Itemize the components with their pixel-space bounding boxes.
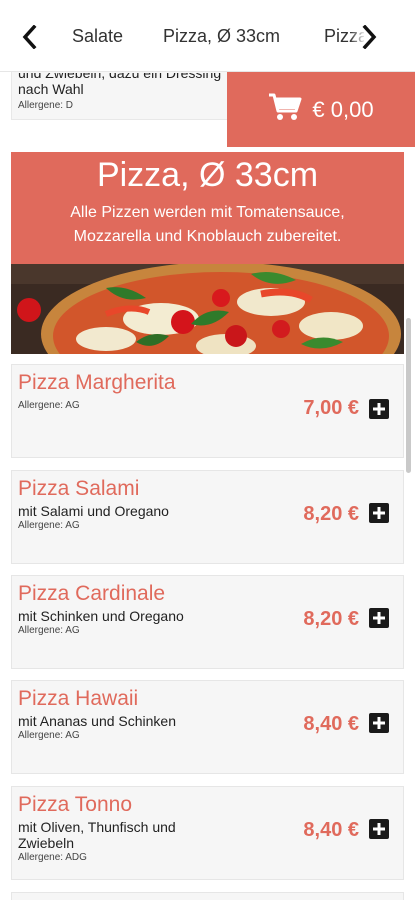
item-name: Pizza Cardinale — [18, 582, 166, 605]
item-price: 7,00 € — [303, 397, 359, 419]
item-name: Pizza Hawaii — [18, 687, 139, 710]
menu-item[interactable]: Pizza Tonno mit Oliven, Thunfisch und Zw… — [11, 786, 404, 880]
item-allergen: Allergene: AG — [18, 730, 80, 741]
category-subtitle: Alle Pizzen werden mit Tomatensauce, Moz… — [70, 204, 345, 245]
cart-button[interactable]: € 0,00 — [227, 72, 415, 147]
plus-square-icon[interactable] — [369, 503, 389, 523]
menu-item[interactable]: Pizza Margherita Allergene: AG 7,00 € — [11, 364, 404, 458]
item-description: Allergene: AG — [18, 399, 208, 412]
item-description: mit Salami und Oregano Allergene: AG — [18, 503, 208, 532]
category-nav: Salate Pizza, Ø 33cm Pizza — [0, 0, 415, 72]
item-name: Pizza Salami — [18, 477, 140, 500]
plus-square-icon[interactable] — [369, 608, 389, 628]
category-title: Pizza, Ø 33cm — [96, 156, 319, 194]
item-price: 8,40 € — [303, 819, 359, 841]
item-price: 8,40 € — [303, 713, 359, 735]
item-allergen: Allergene: ADG — [18, 852, 87, 863]
item-name: Pizza Tonno — [18, 793, 133, 816]
menu-item-peek[interactable] — [11, 892, 404, 900]
item-allergen: Allergene: AG — [18, 625, 80, 636]
item-description: mit Ananas und Schinken Allergene: AG — [18, 713, 208, 742]
item-allergen: Allergene: AG — [18, 520, 80, 531]
item-name: Pizza Margherita — [18, 371, 176, 394]
chevron-left-icon[interactable] — [14, 22, 44, 52]
item-price: 8,20 € — [303, 608, 359, 630]
menu-item[interactable]: Pizza Cardinale mit Schinken und Oregano… — [11, 575, 404, 669]
shopping-cart-icon — [268, 92, 302, 127]
tab-pizza-33cm[interactable]: Pizza, Ø 33cm — [163, 26, 280, 47]
previous-item-allergen: Allergene: D — [18, 100, 74, 111]
plus-square-icon[interactable] — [369, 819, 389, 839]
menu-item[interactable]: Pizza Hawaii mit Ananas und Schinken All… — [11, 680, 404, 774]
item-description: mit Oliven, Thunfisch und Zwiebeln Aller… — [18, 819, 208, 864]
plus-square-icon[interactable] — [369, 399, 389, 419]
chevron-right-icon[interactable] — [355, 22, 385, 52]
item-allergen: Allergene: AG — [18, 400, 80, 411]
scrollbar[interactable] — [406, 318, 411, 473]
item-description: mit Schinken und Oregano Allergene: AG — [18, 608, 208, 637]
item-price: 8,20 € — [303, 503, 359, 525]
cart-total: € 0,00 — [312, 96, 374, 122]
plus-square-icon[interactable] — [369, 713, 389, 733]
previous-item-description: und Zwiebeln, dazu ein Dressing nach Wah… — [18, 73, 222, 97]
pizza-image — [11, 264, 404, 354]
category-banner: Pizza, Ø 33cm Alle Pizzen werden mit Tom… — [11, 152, 404, 264]
menu-item[interactable]: Pizza Salami mit Salami und Oregano Alle… — [11, 470, 404, 564]
tab-salate[interactable]: Salate — [72, 26, 123, 47]
